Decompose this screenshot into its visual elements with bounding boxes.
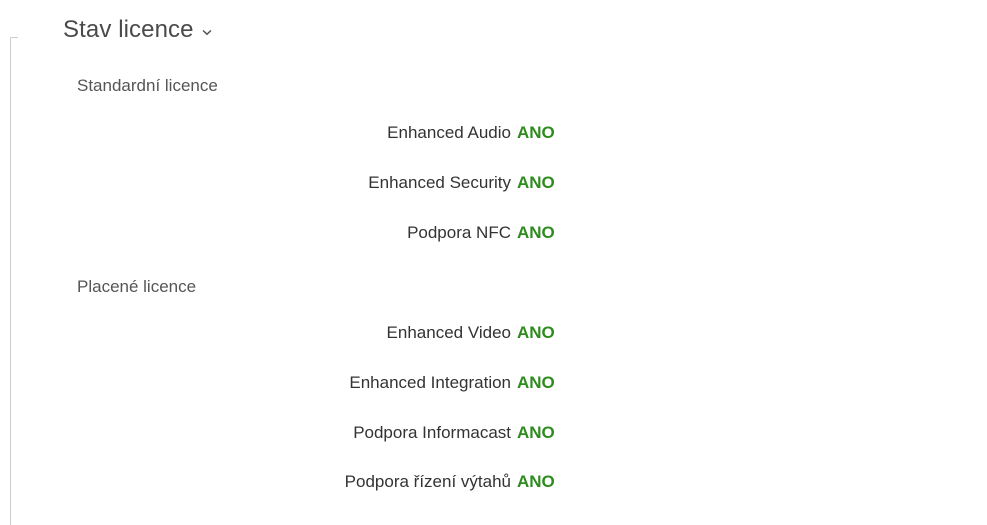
license-row: Podpora Informacast ANO <box>0 421 987 445</box>
section-title: Stav licence <box>63 16 194 43</box>
group-title-paid: Placené licence <box>77 277 197 296</box>
license-label: Enhanced Audio <box>387 123 511 142</box>
license-row: Podpora řízení výtahů ANO <box>0 470 987 494</box>
section-border <box>10 37 11 525</box>
license-row: Podpora NFC ANO <box>0 221 987 245</box>
license-status: ANO <box>517 323 555 342</box>
license-label: Enhanced Video <box>386 323 511 342</box>
license-status: ANO <box>517 373 555 392</box>
license-status: ANO <box>517 223 555 242</box>
license-label: Enhanced Security <box>368 173 511 192</box>
license-label: Podpora Informacast <box>353 423 511 442</box>
license-row: Enhanced Integration ANO <box>0 371 987 395</box>
license-row: Enhanced Video ANO <box>0 321 987 345</box>
license-status-section-toggle[interactable]: Stav licence <box>63 14 212 46</box>
license-status: ANO <box>517 123 555 142</box>
license-status: ANO <box>517 423 555 442</box>
license-row: Enhanced Audio ANO <box>0 121 987 145</box>
chevron-down-icon <box>202 29 212 36</box>
section-border-tick <box>10 37 18 38</box>
license-status: ANO <box>517 173 555 192</box>
license-label: Enhanced Integration <box>349 373 511 392</box>
license-label: Podpora řízení výtahů <box>344 472 511 491</box>
group-title-standard: Standardní licence <box>77 76 218 95</box>
license-label: Podpora NFC <box>407 223 511 242</box>
license-status: ANO <box>517 472 555 491</box>
license-row: Enhanced Security ANO <box>0 171 987 195</box>
